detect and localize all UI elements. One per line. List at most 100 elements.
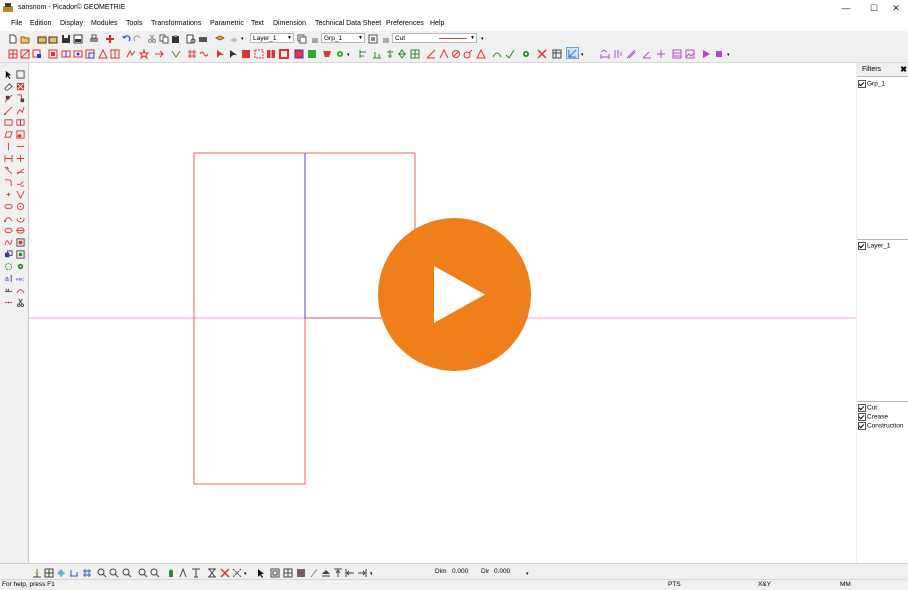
- menu-technical-data-sheet[interactable]: Technical Data Sheet: [315, 20, 381, 27]
- eject-icon[interactable]: [321, 568, 331, 578]
- bend-icon[interactable]: [171, 49, 181, 59]
- toolbar-overflow-icon[interactable]: ▾: [370, 571, 373, 577]
- angle-split-icon[interactable]: [439, 49, 449, 59]
- zoom-in-icon[interactable]: [97, 568, 107, 578]
- fold-icon[interactable]: [266, 49, 276, 59]
- wave-icon[interactable]: [199, 49, 209, 59]
- side-align-left-icon[interactable]: [345, 568, 355, 578]
- image-frame-icon[interactable]: [16, 238, 25, 247]
- split-icon[interactable]: [110, 49, 120, 59]
- zoom-window-icon[interactable]: [122, 568, 132, 578]
- checkbox-checked[interactable]: [858, 404, 866, 412]
- hash-grid-icon[interactable]: [82, 568, 92, 578]
- curve-tool-icon[interactable]: [16, 286, 25, 295]
- grid-green-icon[interactable]: [410, 49, 420, 59]
- pan-tool-icon[interactable]: [166, 568, 176, 578]
- rectangle-center-icon[interactable]: [16, 118, 25, 127]
- ellipse-icon[interactable]: [4, 226, 13, 235]
- save-icon[interactable]: [61, 34, 71, 44]
- hand-tool-icon[interactable]: [4, 286, 13, 295]
- gear-icon[interactable]: [335, 49, 345, 59]
- rectangle-icon[interactable]: [4, 118, 13, 127]
- dimension-horizontal-icon[interactable]: [600, 49, 610, 59]
- menu-modules[interactable]: Modules: [91, 20, 117, 27]
- checkbox-checked[interactable]: [858, 80, 866, 88]
- filter-layer-layer1[interactable]: Layer_1: [858, 242, 891, 250]
- menu-parametric[interactable]: Parametric: [210, 20, 244, 27]
- print-icon[interactable]: [89, 34, 99, 44]
- new-file-icon[interactable]: [8, 34, 18, 44]
- filter-group-grp1[interactable]: Grp_1: [858, 80, 885, 88]
- delete-cross-icon[interactable]: [537, 49, 547, 59]
- group-copy-icon[interactable]: [368, 34, 378, 44]
- zoom-out-icon[interactable]: [109, 568, 119, 578]
- align-center-icon[interactable]: [385, 49, 395, 59]
- cup-icon[interactable]: [322, 49, 332, 59]
- select-region-icon[interactable]: [32, 49, 42, 59]
- window-select-icon[interactable]: [16, 70, 25, 79]
- filter-linetype-construction[interactable]: Construction: [858, 422, 904, 430]
- linetype-select[interactable]: Cut ▼: [392, 33, 477, 43]
- cursor-icon[interactable]: [256, 568, 266, 578]
- menu-text[interactable]: Text: [251, 20, 264, 27]
- checkbox-checked[interactable]: [858, 242, 866, 250]
- layer-tool-icon[interactable]: [229, 34, 239, 44]
- delete-red-icon[interactable]: [220, 568, 230, 578]
- horizontal-line-icon[interactable]: [16, 142, 25, 151]
- delete-box-icon[interactable]: [16, 82, 25, 91]
- origin-icon[interactable]: [32, 568, 42, 578]
- dimension-aligned-icon[interactable]: [626, 49, 636, 59]
- chamfer-icon[interactable]: [16, 178, 25, 187]
- play-button[interactable]: [378, 218, 531, 371]
- redo-icon[interactable]: [133, 34, 143, 44]
- snap-grid-icon[interactable]: [56, 568, 66, 578]
- menu-preferences[interactable]: Preferences: [386, 20, 424, 27]
- import-icon[interactable]: [37, 34, 47, 44]
- rotate-shape-icon[interactable]: [73, 49, 83, 59]
- dashed-rect-icon[interactable]: [254, 49, 264, 59]
- save-as-icon[interactable]: [73, 34, 83, 44]
- side-align-right-icon[interactable]: [357, 568, 367, 578]
- scale-shape-icon[interactable]: [85, 49, 95, 59]
- arc-center-icon[interactable]: [16, 214, 25, 223]
- frame-icon[interactable]: [279, 49, 289, 59]
- dimension-angle-icon[interactable]: [642, 49, 652, 59]
- group-select[interactable]: Grp_1 ▼: [321, 33, 365, 43]
- close-icon[interactable]: ✖: [900, 63, 907, 76]
- table-icon[interactable]: [672, 49, 682, 59]
- undo-icon[interactable]: [121, 34, 131, 44]
- grid-display-icon[interactable]: [44, 568, 54, 578]
- filter-linetype-cut[interactable]: Cut: [858, 404, 877, 412]
- circle-slash-icon[interactable]: [451, 49, 461, 59]
- hash-icon[interactable]: [187, 49, 197, 59]
- trim-icon[interactable]: [4, 94, 13, 103]
- spline-icon[interactable]: [4, 238, 13, 247]
- settings-icon[interactable]: [521, 49, 531, 59]
- v-notch-icon[interactable]: [16, 190, 25, 199]
- angle-icon[interactable]: [426, 49, 436, 59]
- diagonal-line-icon[interactable]: [4, 166, 13, 175]
- ortho-mode-toggle[interactable]: [566, 47, 579, 59]
- menu-help[interactable]: Help: [430, 20, 444, 27]
- toolbar-overflow-icon[interactable]: ▾: [727, 52, 730, 58]
- transform-icon[interactable]: [98, 49, 108, 59]
- slot-icon[interactable]: [4, 202, 13, 211]
- paste-icon[interactable]: [171, 34, 181, 44]
- toolbar-overflow-icon[interactable]: ▾: [244, 571, 247, 577]
- menu-tools[interactable]: Tools: [126, 20, 142, 27]
- dir-value[interactable]: 0.000: [494, 568, 510, 575]
- menu-edition[interactable]: Edition: [30, 20, 51, 27]
- box-detail-icon[interactable]: [16, 130, 25, 139]
- dimension-radius-icon[interactable]: [656, 49, 666, 59]
- toolbar-overflow-icon[interactable]: ▾: [347, 52, 350, 58]
- rotate-tool-icon[interactable]: [4, 262, 13, 271]
- gear-tool-icon[interactable]: [16, 262, 25, 271]
- layer-select[interactable]: Layer_1 ▼: [250, 33, 294, 43]
- oval-icon[interactable]: [16, 226, 25, 235]
- window-frame-icon[interactable]: [270, 568, 280, 578]
- toolbar-overflow-icon[interactable]: ▾: [526, 571, 529, 577]
- h-dimension-line-icon[interactable]: [4, 154, 13, 163]
- pattern-icon[interactable]: [16, 250, 25, 259]
- zoom-previous-icon[interactable]: [150, 568, 160, 578]
- node-icon[interactable]: [126, 49, 136, 59]
